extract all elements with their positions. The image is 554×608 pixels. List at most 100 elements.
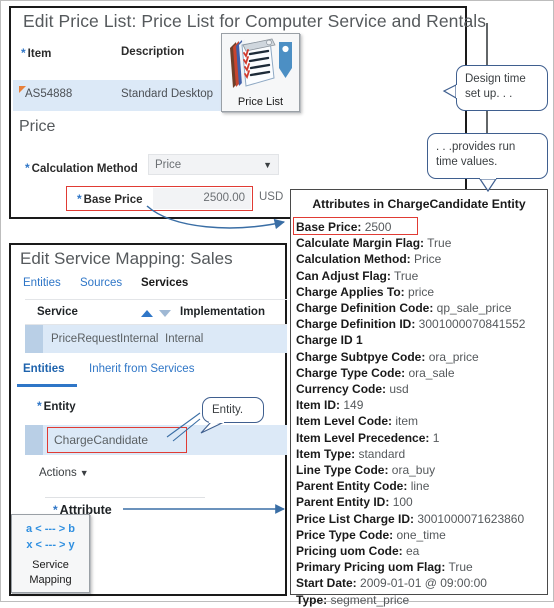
sort-descending-icon[interactable] — [159, 310, 171, 317]
callout-design-time-line2: set up. . . — [465, 88, 513, 100]
attribute-item: Item Type: standard — [296, 446, 545, 462]
service-mapping-icon-line1: a < --- > b — [26, 523, 75, 535]
attribute-item: Item Level Code: item — [296, 413, 545, 429]
services-table-header: Service Implementation — [25, 299, 287, 325]
callout-entity-text: Entity. — [212, 404, 244, 416]
column-header-description: Description — [121, 46, 185, 58]
attribute-item: Base Price: 2500 — [296, 219, 545, 235]
attribute-item: Charge Type Code: ora_sale — [296, 365, 545, 381]
attribute-key: Charge Subtpye Code: — [296, 349, 426, 364]
attribute-key: Charge Definition ID: — [296, 317, 416, 332]
callout-design-time: Design time set up. . . — [456, 65, 548, 111]
attribute-key: Pricing uom Code: — [296, 544, 403, 559]
attribute-item: Price Type Code: one_time — [296, 527, 545, 543]
service-mapping-icon: a < --- > b x < --- > y Service Mapping — [11, 514, 90, 593]
attribute-value: 149 — [340, 398, 364, 413]
service-mapping-icon-label-line1: Service — [32, 559, 69, 571]
base-price-highlight: * Base Price 2500.00 — [66, 186, 253, 211]
attribute-item: Item ID: 149 — [296, 397, 545, 413]
service-mapping-tabs: Entities Sources Services — [23, 277, 273, 293]
attribute-value: ea — [402, 544, 420, 559]
subtab-inherit-from-services[interactable]: Inherit from Services — [89, 363, 194, 375]
subtab-entities[interactable]: Entities — [23, 363, 65, 375]
service-mapping-icon-label-line2: Mapping — [29, 574, 72, 586]
attribute-value: standard — [355, 446, 406, 461]
column-header-item-label: Item — [27, 48, 52, 60]
actions-menu[interactable]: Actions ▼ — [39, 467, 89, 479]
entity-value: ChargeCandidate — [54, 433, 149, 447]
cell-implementation: Internal — [165, 333, 204, 345]
sort-ascending-icon[interactable] — [141, 310, 153, 317]
chevron-down-icon: ▼ — [79, 468, 89, 478]
callout-entity: Entity. — [202, 397, 264, 423]
attribute-key: Charge Definition Code: — [296, 301, 434, 316]
price-list-icon: Price List — [221, 33, 300, 112]
entity-field-label-text: Entity — [43, 401, 76, 413]
attribute-value: ora_sale — [405, 365, 455, 380]
services-table-row[interactable]: PriceRequestInternal Internal — [25, 325, 287, 353]
cell-item: AS54888 — [25, 88, 73, 100]
attribute-key: Calculate Margin Flag: — [296, 236, 425, 251]
attribute-key: Line Type Code: — [296, 463, 389, 478]
callout-run-time-text: . . .provides run time values. — [436, 140, 515, 170]
attribute-value: True — [424, 236, 452, 251]
attribute-item: Currency Code: usd — [296, 381, 545, 397]
row-select-handle[interactable] — [25, 425, 43, 455]
attribute-item: Start Date: 2009-01-01 @ 09:00:00 — [296, 575, 545, 591]
attribute-item: Parent Entity Code: line — [296, 478, 545, 494]
calculation-method-label-text: Calculation Method — [31, 163, 138, 175]
attribute-value: 3001000070841552 — [415, 317, 526, 332]
callout-run-time-line1: . . .provides run — [436, 141, 516, 153]
attribute-item: Price List Charge ID: 3001000071623860 — [296, 511, 545, 527]
attribute-value: True — [390, 268, 419, 283]
entity-field-label: * Entity — [37, 399, 76, 413]
attribute-key: Primary Pricing uom Flag: — [296, 560, 446, 575]
required-marker: * — [37, 399, 42, 413]
service-mapping-subtabs: Entities Inherit from Services — [17, 363, 287, 385]
attribute-key: Price List Charge ID: — [296, 511, 415, 526]
attribute-value: 2500 — [361, 220, 392, 234]
attributes-panel: Attributes in ChargeCandidate Entity Bas… — [290, 189, 548, 607]
attribute-value: ora_price — [425, 349, 479, 364]
attribute-key: Charge Type Code: — [296, 365, 406, 380]
attribute-key: Start Date: — [296, 576, 357, 591]
required-marker: * — [21, 46, 26, 60]
tab-entities[interactable]: Entities — [23, 277, 61, 289]
attribute-value: True — [445, 560, 473, 575]
diagram-root: Edit Price List: Price List for Computer… — [0, 0, 554, 607]
row-select-handle[interactable] — [25, 325, 43, 353]
table-row[interactable]: AS54888 Standard Desktop — [13, 80, 225, 111]
tab-services[interactable]: Services — [141, 277, 188, 289]
calculation-method-select[interactable]: Price ▼ — [148, 154, 279, 175]
attribute-item: Charge Definition ID: 3001000070841552 — [296, 316, 545, 332]
entity-value-highlight: ChargeCandidate — [47, 427, 187, 453]
attribute-item: Charge Applies To: price — [296, 284, 545, 300]
tab-sources[interactable]: Sources — [80, 277, 122, 289]
page-title: Edit Price List: Price List for Computer… — [23, 11, 487, 31]
callout-design-time-line1: Design time — [465, 73, 526, 85]
attribute-key: Price Type Code: — [296, 527, 394, 542]
attribute-value: line — [407, 479, 430, 494]
attribute-key: Calculation Method: — [296, 252, 411, 267]
attribute-item: Calculate Margin Flag: True — [296, 235, 545, 251]
chevron-down-icon: ▼ — [263, 160, 272, 170]
attribute-key: Item ID: — [296, 398, 341, 413]
price-list-glyph — [230, 38, 292, 88]
attribute-value: usd — [386, 382, 409, 397]
attribute-value: 2009-01-01 @ 09:00:00 — [356, 576, 487, 591]
base-price-input[interactable]: 2500.00 — [153, 188, 251, 209]
attribute-key: Parent Entity ID: — [296, 495, 390, 510]
attribute-value: item — [392, 414, 419, 429]
attribute-value: 3001000071623860 — [414, 511, 525, 526]
column-header-implementation: Implementation — [180, 306, 265, 318]
calculation-method-label: * Calculation Method — [25, 161, 138, 175]
base-price-label-text: Base Price — [83, 194, 143, 206]
attribute-value: ora_buy — [388, 463, 436, 478]
attribute-value: 100 — [389, 495, 413, 510]
price-list-icon-label: Price List — [237, 96, 284, 108]
entity-row[interactable]: ChargeCandidate — [25, 425, 287, 455]
attribute-value: price — [404, 284, 435, 299]
attribute-key: Base Price: — [296, 220, 362, 234]
attribute-item: Charge Definition Code: qp_sale_price — [296, 300, 545, 316]
divider — [45, 497, 205, 498]
